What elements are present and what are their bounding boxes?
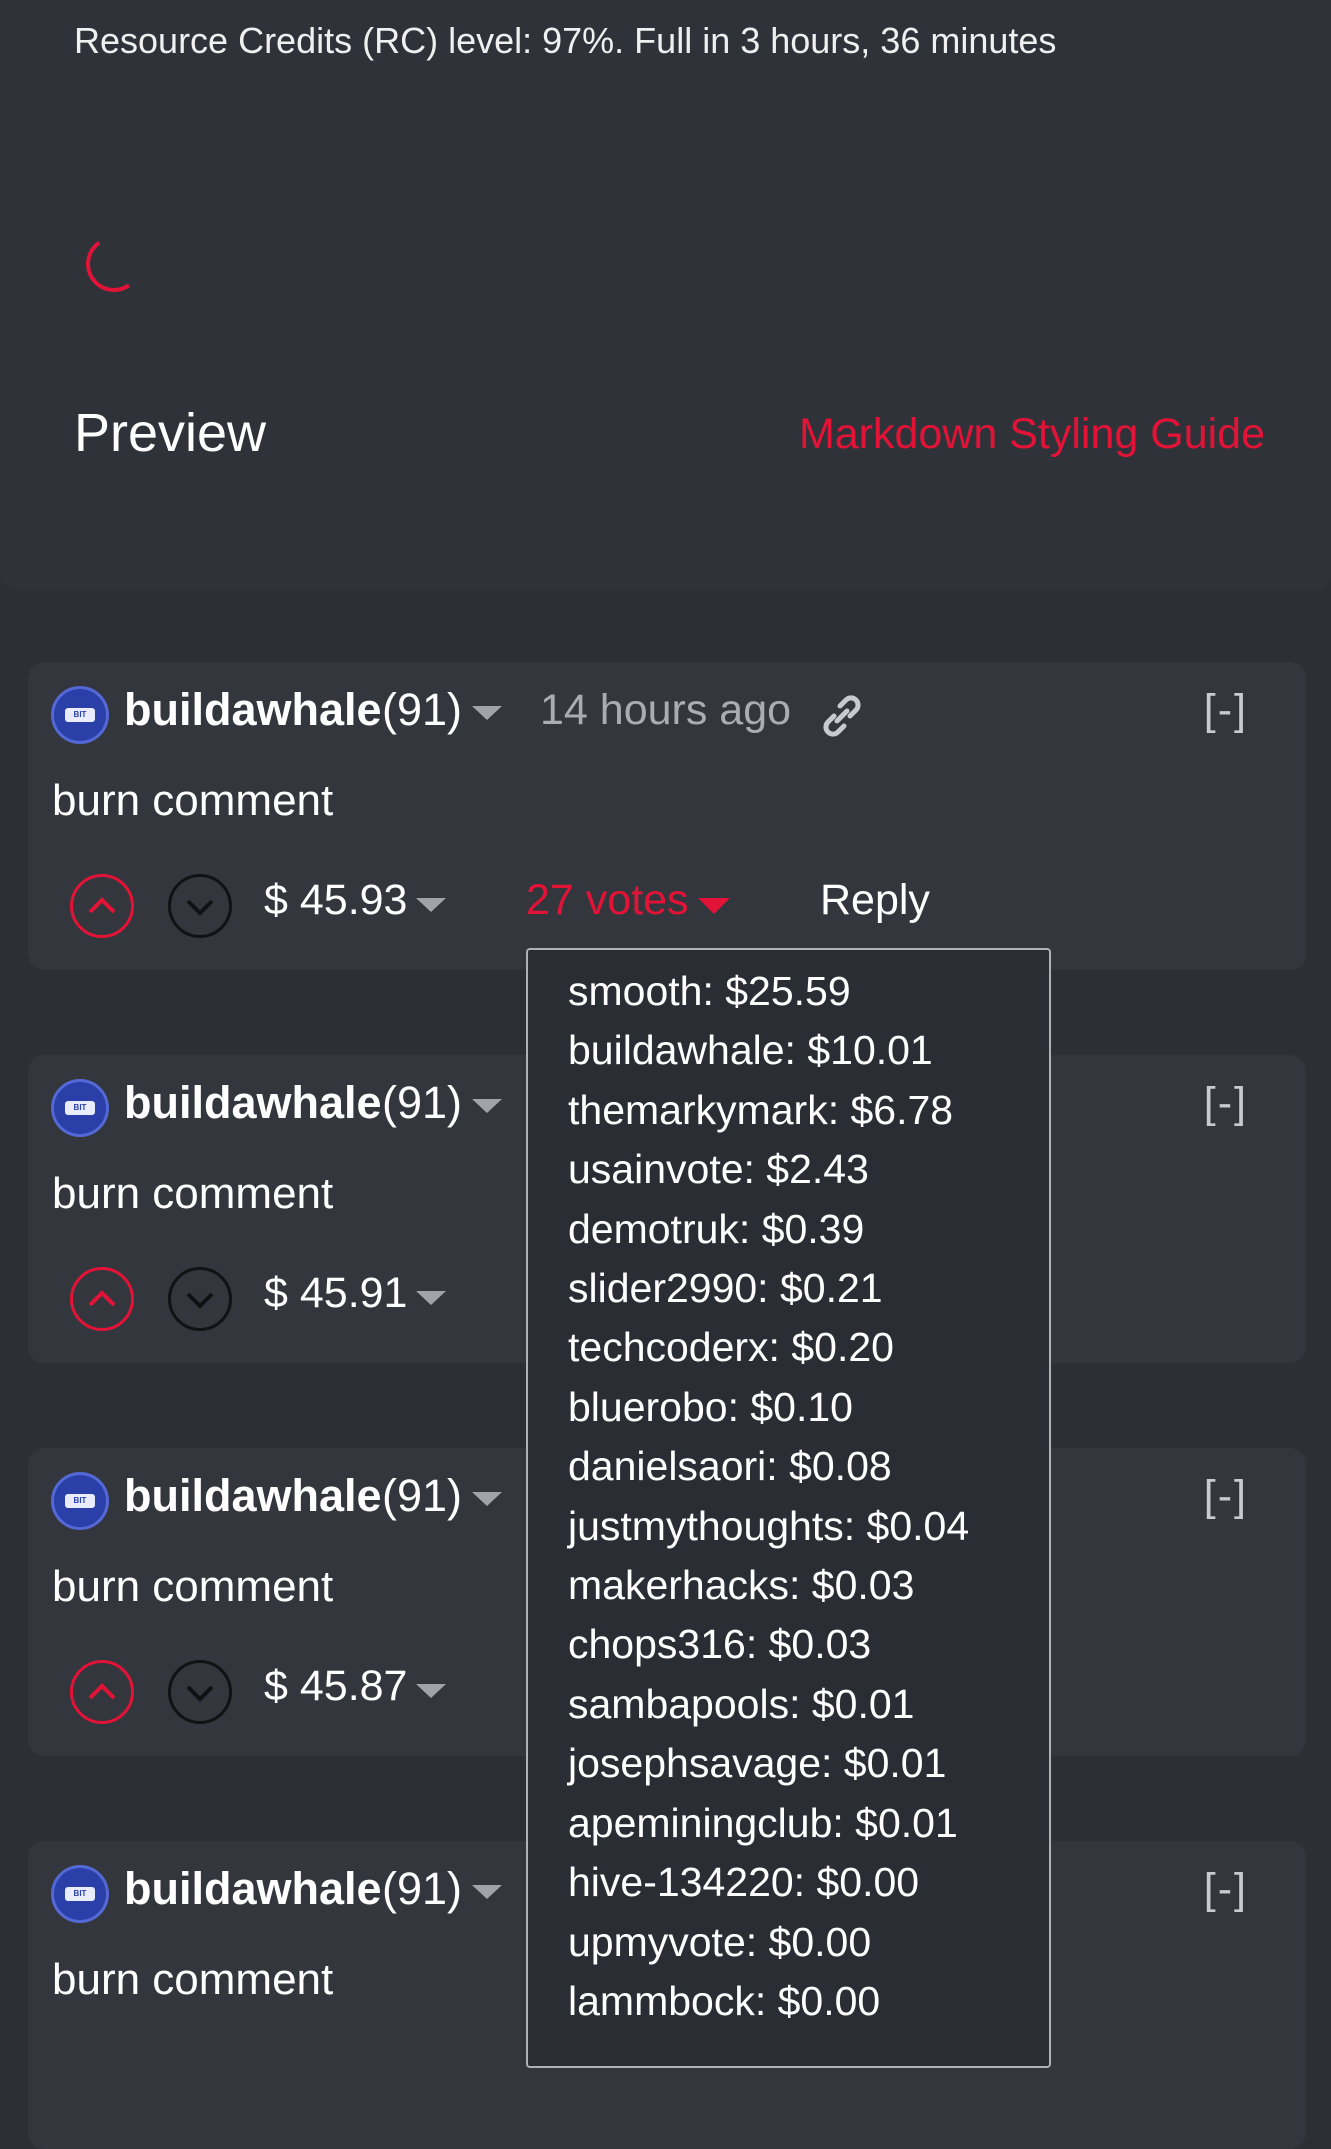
avatar[interactable]: BIT	[51, 1865, 109, 1923]
collapse-toggle[interactable]: [-]	[1204, 686, 1248, 735]
voter-item[interactable]: apeminingclub: $0.01	[568, 1794, 1049, 1853]
voter-item[interactable]: lammbock: $0.00	[568, 1972, 1049, 2031]
payout-value[interactable]: $ 45.87	[264, 1662, 407, 1711]
comment-timestamp[interactable]: 14 hours ago	[540, 686, 791, 735]
voter-item[interactable]: usainvote: $2.43	[568, 1140, 1049, 1199]
collapse-toggle[interactable]: [-]	[1204, 1472, 1248, 1521]
payout-caret-icon[interactable]	[416, 1291, 446, 1305]
upvote-button[interactable]	[70, 1267, 134, 1331]
avatar[interactable]: BIT	[51, 1079, 109, 1137]
avatar-logo-icon: BIT	[65, 1887, 95, 1901]
chevron-up-icon	[88, 897, 116, 914]
comment-body: burn comment	[52, 776, 334, 825]
voter-item[interactable]: smooth: $25.59	[568, 962, 1049, 1021]
payout-caret-icon[interactable]	[416, 1684, 446, 1698]
downvote-button[interactable]	[168, 1267, 232, 1331]
reply-button[interactable]: Reply	[820, 876, 930, 925]
author-reputation: (91)	[382, 684, 463, 735]
voter-item[interactable]: justmythoughts: $0.04	[568, 1497, 1049, 1556]
voter-item[interactable]: demotruk: $0.39	[568, 1200, 1049, 1259]
voter-item[interactable]: hive-134220: $0.00	[568, 1853, 1049, 1912]
author-reputation: (91)	[382, 1470, 463, 1521]
collapse-toggle[interactable]: [-]	[1204, 1079, 1248, 1128]
avatar-logo-icon: BIT	[65, 1494, 95, 1508]
chevron-down-icon	[186, 899, 214, 916]
voter-item[interactable]: makerhacks: $0.03	[568, 1556, 1049, 1615]
author-reputation: (91)	[382, 1077, 463, 1128]
avatar-logo-icon: BIT	[65, 1101, 95, 1115]
voters-dropdown: smooth: $25.59 buildawhale: $10.01 thema…	[526, 948, 1051, 2068]
chevron-up-icon	[88, 1683, 116, 1700]
voter-item[interactable]: upmyvote: $0.00	[568, 1913, 1049, 1972]
author-menu-caret-icon[interactable]	[472, 1099, 502, 1113]
upvote-button[interactable]	[70, 874, 134, 938]
avatar[interactable]: BIT	[51, 1472, 109, 1530]
comment-card: BIT buildawhale (91) 14 hours ago [-] bu…	[28, 662, 1306, 970]
downvote-button[interactable]	[168, 1660, 232, 1724]
author-name[interactable]: buildawhale	[124, 1077, 382, 1129]
avatar-logo-icon: BIT	[65, 708, 95, 722]
upvote-button[interactable]	[70, 1660, 134, 1724]
author-menu-caret-icon[interactable]	[472, 706, 502, 720]
markdown-styling-guide-link[interactable]: Markdown Styling Guide	[799, 410, 1265, 459]
preview-title: Preview	[74, 403, 267, 463]
author-name[interactable]: buildawhale	[124, 1470, 382, 1522]
permalink-icon[interactable]	[818, 692, 866, 740]
downvote-button[interactable]	[168, 874, 232, 938]
rc-level-text: Resource Credits (RC) level: 97%. Full i…	[74, 20, 1057, 61]
comment-body: burn comment	[52, 1562, 334, 1611]
comment-body: burn comment	[52, 1955, 334, 2004]
voter-item[interactable]: buildawhale: $10.01	[568, 1021, 1049, 1080]
voter-item[interactable]: chops316: $0.03	[568, 1615, 1049, 1674]
payout-caret-icon[interactable]	[416, 898, 446, 912]
voter-item[interactable]: sambapools: $0.01	[568, 1675, 1049, 1734]
payout-value[interactable]: $ 45.93	[264, 876, 407, 925]
chevron-down-icon	[186, 1292, 214, 1309]
avatar[interactable]: BIT	[51, 686, 109, 744]
author-menu-caret-icon[interactable]	[472, 1885, 502, 1899]
voter-item[interactable]: josephsavage: $0.01	[568, 1734, 1049, 1793]
author-menu-caret-icon[interactable]	[472, 1492, 502, 1506]
author-reputation: (91)	[382, 1863, 463, 1914]
votes-caret-icon[interactable]	[698, 898, 730, 914]
payout-value[interactable]: $ 45.91	[264, 1269, 407, 1318]
editor-panel: Resource Credits (RC) level: 97%. Full i…	[0, 0, 1331, 590]
voter-item[interactable]: danielsaori: $0.08	[568, 1437, 1049, 1496]
chevron-up-icon	[88, 1290, 116, 1307]
voter-item[interactable]: techcoderx: $0.20	[568, 1318, 1049, 1377]
votes-count-toggle[interactable]: 27 votes	[526, 876, 689, 925]
author-name[interactable]: buildawhale	[124, 684, 382, 736]
comment-body: burn comment	[52, 1169, 334, 1218]
loading-spinner-icon	[81, 231, 147, 297]
collapse-toggle[interactable]: [-]	[1204, 1865, 1248, 1914]
voter-item[interactable]: slider2990: $0.21	[568, 1259, 1049, 1318]
chevron-down-icon	[186, 1685, 214, 1702]
author-name[interactable]: buildawhale	[124, 1863, 382, 1915]
voter-item[interactable]: themarkymark: $6.78	[568, 1081, 1049, 1140]
voter-item[interactable]: bluerobo: $0.10	[568, 1378, 1049, 1437]
